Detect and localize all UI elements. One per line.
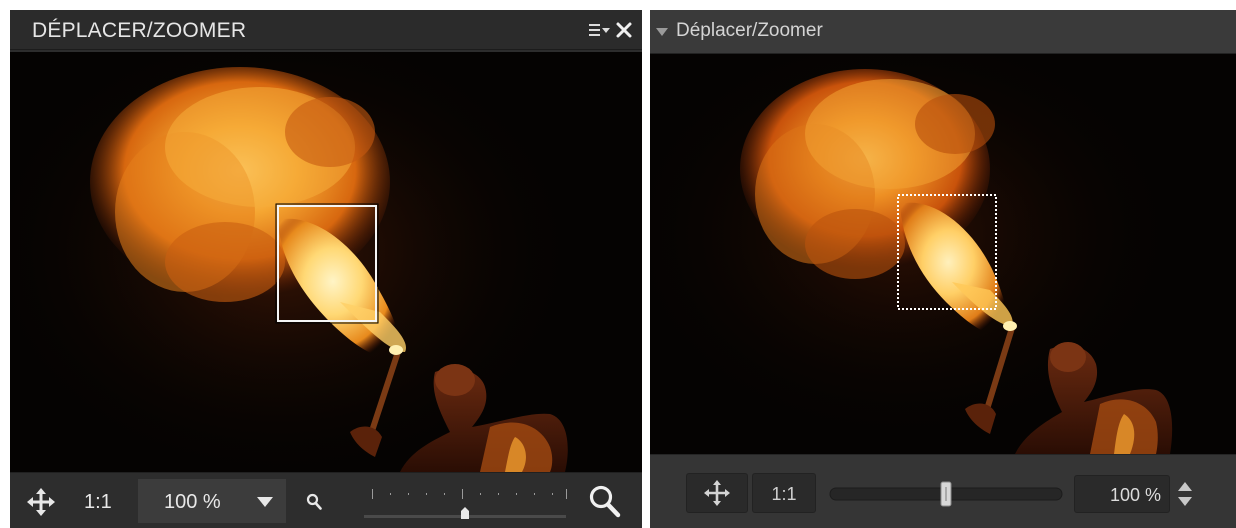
- zoom-slider[interactable]: [826, 477, 1066, 511]
- one-to-one-button[interactable]: 1:1: [752, 473, 816, 513]
- magnifier-large-icon[interactable]: [588, 484, 622, 518]
- zoom-slider[interactable]: [360, 481, 570, 525]
- fire-breather-photo: [10, 52, 642, 472]
- caret-down-icon: [257, 497, 273, 507]
- up-down-stepper-icon[interactable]: [1174, 475, 1196, 513]
- navigator-panel-left: DÉPLACER/ZOOMER 1:1 100 %: [10, 10, 642, 528]
- panel-menu-icon[interactable]: [588, 21, 612, 39]
- triangle-down-icon[interactable]: [656, 27, 668, 37]
- move-button[interactable]: [686, 473, 748, 513]
- move-icon: [704, 480, 730, 506]
- one-to-one-button[interactable]: 1:1: [84, 491, 112, 514]
- panel-header: Déplacer/Zoomer: [650, 10, 1236, 54]
- zoom-value: 100 %: [164, 491, 221, 513]
- panel-title: DÉPLACER/ZOOMER: [32, 19, 247, 42]
- magnifier-small-icon[interactable]: [306, 493, 322, 511]
- zoom-input[interactable]: 100 %: [1074, 475, 1170, 513]
- navigator-toolbar: 1:1 100 %: [10, 472, 642, 528]
- zoom-value: 100 %: [1109, 485, 1161, 505]
- navigator-panel-right: Déplacer/Zoomer 1:1 100 %: [650, 10, 1236, 528]
- slider-ticks: [372, 489, 567, 499]
- navigator-preview[interactable]: [10, 52, 642, 472]
- slider-thumb[interactable]: [940, 481, 952, 507]
- navigator-toolbar: 1:1 100 %: [650, 454, 1236, 528]
- fire-breather-photo: [650, 54, 1236, 454]
- zoom-dropdown[interactable]: 100 %: [138, 479, 286, 523]
- one-to-one-label: 1:1: [771, 484, 797, 504]
- panel-title: Déplacer/Zoomer: [676, 20, 823, 41]
- slider-thumb[interactable]: [461, 507, 469, 519]
- close-icon[interactable]: [614, 19, 634, 41]
- move-icon[interactable]: [26, 487, 56, 517]
- navigator-preview[interactable]: [650, 54, 1236, 454]
- panel-header: DÉPLACER/ZOOMER: [10, 10, 642, 50]
